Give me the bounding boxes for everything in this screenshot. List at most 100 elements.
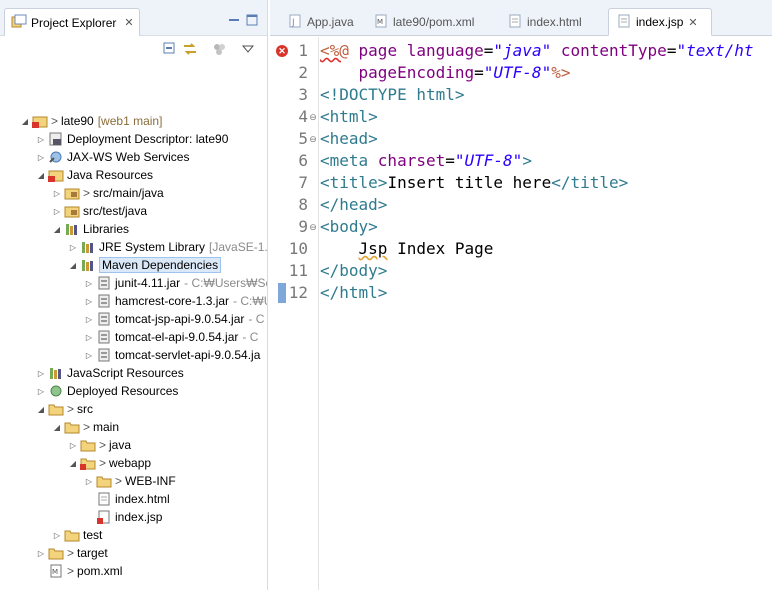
collapsed-arrow-icon[interactable]: ▷ <box>84 315 94 324</box>
tree-node[interactable]: ▷ JavaScript Resources <box>36 364 184 382</box>
tree-node[interactable]: ▷ > target <box>36 544 108 562</box>
collapsed-arrow-icon[interactable]: ▷ <box>84 333 94 342</box>
expanded-arrow-icon[interactable]: ◢ <box>52 225 62 234</box>
tab-project-explorer-label: Project Explorer <box>31 15 117 30</box>
tree-node[interactable]: ▷ tomcat-el-api-9.0.54.jar - C <box>84 328 258 346</box>
line-number: 5 <box>298 129 308 148</box>
tree-node[interactable]: ▷ > WEB-INF <box>84 472 176 490</box>
code-line-4: <html> <box>320 107 378 126</box>
tree-node[interactable]: ▷ JAX-WS Web Services <box>36 148 190 166</box>
maximize-icon[interactable] <box>244 12 260 28</box>
collapsed-arrow-icon[interactable]: ▷ <box>52 531 62 540</box>
fold-toggle-icon[interactable]: ⊖ <box>308 216 318 238</box>
collapsed-arrow-icon[interactable]: ▷ <box>84 351 94 360</box>
expanded-arrow-icon[interactable]: ◢ <box>52 423 62 432</box>
explorer-toolbar <box>0 37 268 61</box>
tree-node[interactable]: ◢ > main <box>52 418 119 436</box>
collapsed-arrow-icon[interactable]: ▷ <box>84 297 94 306</box>
tree-node[interactable]: ▷ > java <box>68 436 131 454</box>
code-line-11: </body> <box>320 261 388 280</box>
deployment-descriptor-icon <box>48 132 64 146</box>
filters-icon[interactable] <box>212 41 228 57</box>
html-file-icon <box>508 14 522 31</box>
collapsed-arrow-icon[interactable]: ▷ <box>68 441 78 450</box>
tree-node-label: WEB-INF <box>125 474 176 488</box>
tree-node-path: - C:₩U <box>233 294 268 308</box>
tree-node-label: JAX-WS Web Services <box>67 150 190 164</box>
tree-node[interactable]: ▷ hamcrest-core-1.3.jar- C:₩U <box>84 292 268 310</box>
collapsed-arrow-icon[interactable]: ▷ <box>68 243 78 252</box>
collapsed-arrow-icon[interactable]: ▷ <box>84 279 94 288</box>
code-editor[interactable]: <%@ page language="java" contentType="te… <box>320 37 772 590</box>
dirty-marker: > <box>83 420 91 434</box>
close-icon[interactable]: ✕ <box>688 16 697 29</box>
code-line-5: <head> <box>320 129 378 148</box>
tree-node[interactable]: index.html <box>84 490 170 508</box>
svg-text:M: M <box>52 568 58 576</box>
tree-node[interactable]: ◢ Libraries <box>52 220 129 238</box>
collapsed-arrow-icon[interactable]: ▷ <box>36 549 46 558</box>
view-menu-icon[interactable] <box>240 41 256 57</box>
jar-icon <box>96 294 112 308</box>
line-number: 10 <box>288 239 308 258</box>
tab-pom-xml[interactable]: M late90/pom.xml <box>366 8 482 36</box>
expanded-arrow-icon[interactable]: ◢ <box>36 171 46 180</box>
fold-toggle-icon[interactable]: ⊖ <box>308 128 318 150</box>
tree-node[interactable]: M > pom.xml <box>36 562 122 580</box>
tab-app-java[interactable]: J App.java <box>280 8 362 36</box>
collapsed-arrow-icon[interactable]: ▷ <box>52 189 62 198</box>
collapsed-arrow-icon[interactable]: ▷ <box>36 153 46 162</box>
link-with-editor-icon[interactable] <box>182 41 198 57</box>
code-line-6: <meta charset="UTF-8"> <box>320 151 532 170</box>
jsp-file-icon <box>617 14 631 31</box>
project-icon <box>32 114 48 128</box>
tree-node-label: webapp <box>109 456 152 470</box>
tab-index-html[interactable]: index.html <box>500 8 590 36</box>
tab-label: App.java <box>307 15 354 29</box>
close-icon[interactable]: ✕ <box>124 16 133 29</box>
tree-node[interactable]: ◢ > late90 [web1 main] <box>20 112 162 130</box>
dirty-marker: > <box>51 114 59 128</box>
svg-text:M: M <box>377 18 383 26</box>
tree-node[interactable]: ▷ > src/main/java <box>52 184 164 202</box>
tree-node-label: main <box>93 420 120 434</box>
expanded-arrow-icon[interactable]: ◢ <box>68 261 78 270</box>
tree-node[interactable]: ▷ JRE System Library [JavaSE-1.8 <box>68 238 268 256</box>
maven-file-icon: M <box>374 14 388 31</box>
tree-node[interactable]: ▷ junit-4.11.jar - C:₩Users₩Sc <box>84 274 268 292</box>
tree-node[interactable]: ▷ tomcat-jsp-api-9.0.54.jar - C <box>84 310 264 328</box>
folder-icon <box>96 474 112 488</box>
collapse-all-icon[interactable] <box>162 41 178 57</box>
view-separator[interactable] <box>267 0 268 590</box>
tree-node[interactable]: ◢ > src <box>36 400 93 418</box>
collapsed-arrow-icon[interactable]: ▷ <box>36 369 46 378</box>
tab-project-explorer[interactable]: Project Explorer ✕ <box>4 8 140 36</box>
collapsed-arrow-icon[interactable]: ▷ <box>36 135 46 144</box>
tree-node[interactable]: index.jsp <box>84 508 162 526</box>
line-number: 8 <box>298 195 308 214</box>
fold-toggle-icon[interactable]: ⊖ <box>308 106 318 128</box>
tree-node-label: late90 <box>61 114 94 128</box>
tree-node-label: Maven Dependencies <box>99 257 222 273</box>
tree-node-label: tomcat-jsp-api-9.0.54.jar <box>115 312 245 326</box>
tree-node[interactable]: ▷ Deployment Descriptor: late90 <box>36 130 229 148</box>
jar-icon <box>96 348 112 362</box>
tree-node[interactable]: ◢ > webapp <box>68 454 151 472</box>
tree-node[interactable]: ▷ test <box>52 526 102 544</box>
collapsed-arrow-icon[interactable]: ▷ <box>84 477 94 486</box>
tree-node-label: src <box>77 402 94 416</box>
expanded-arrow-icon[interactable]: ◢ <box>68 459 78 468</box>
expanded-arrow-icon[interactable]: ◢ <box>36 405 46 414</box>
tree-node[interactable]: ◢ Java Resources <box>36 166 153 184</box>
collapsed-arrow-icon[interactable]: ▷ <box>52 207 62 216</box>
dirty-marker: > <box>99 456 107 470</box>
tree-node[interactable]: ▷ tomcat-servlet-api-9.0.54.ja <box>84 346 260 364</box>
tree-node[interactable]: ▷ Deployed Resources <box>36 382 178 400</box>
tree-node[interactable]: ▷ src/test/java <box>52 202 147 220</box>
expanded-arrow-icon[interactable]: ◢ <box>20 117 30 126</box>
error-icon[interactable]: ✕ <box>276 45 288 57</box>
tree-node[interactable]: ◢ Maven Dependencies <box>68 256 222 274</box>
tab-index-jsp[interactable]: index.jsp ✕ <box>608 8 712 36</box>
collapsed-arrow-icon[interactable]: ▷ <box>36 387 46 396</box>
minimize-icon[interactable] <box>226 12 242 28</box>
